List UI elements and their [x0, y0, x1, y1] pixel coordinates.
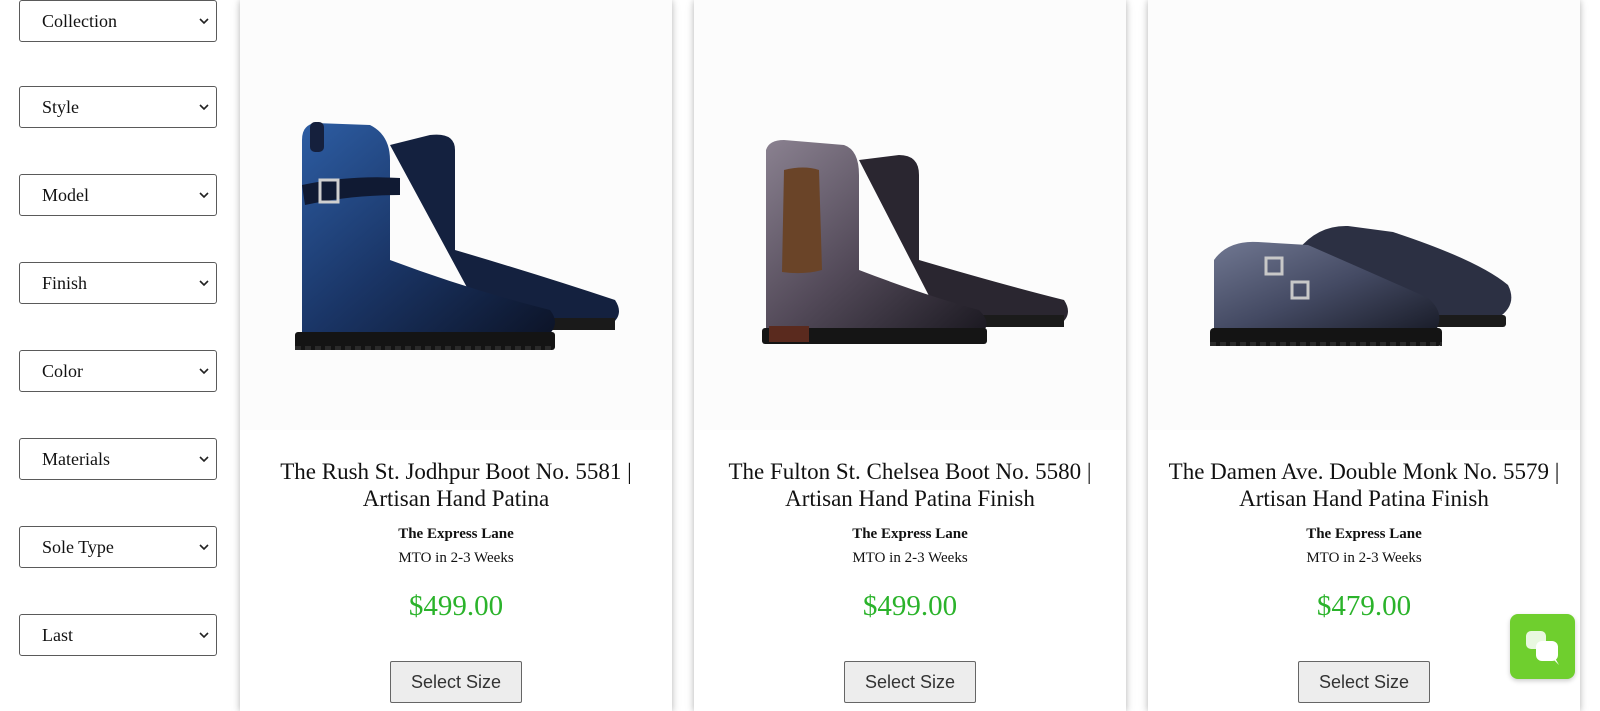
filter-color[interactable]: Color: [19, 350, 217, 392]
shoe-illustration: [1210, 225, 1512, 346]
product-title-line: Artisan Hand Patina Finish: [1239, 486, 1489, 511]
product-title-line: Artisan Hand Patina Finish: [785, 486, 1035, 511]
boot-illustration: [295, 122, 619, 350]
select-size-button[interactable]: Select Size: [390, 661, 522, 703]
boot-illustration: [762, 140, 1068, 344]
product-title-line: The Fulton St. Chelsea Boot No. 5580 |: [728, 459, 1092, 484]
product-lead-time: MTO in 2-3 Weeks: [1306, 550, 1422, 566]
filter-sidebar: Collection Style Model Finish Color Mate…: [0, 0, 230, 711]
product-vendor: The Express Lane: [852, 526, 968, 542]
filter-sole-type[interactable]: Sole Type: [19, 526, 217, 568]
product-title-line: The Damen Ave. Double Monk No. 5579 |: [1168, 459, 1560, 484]
filter-collection[interactable]: Collection: [19, 0, 217, 42]
chevron-down-icon: [199, 544, 209, 551]
filter-label: Collection: [42, 10, 117, 31]
filter-finish[interactable]: Finish: [19, 262, 217, 304]
chevron-down-icon: [199, 456, 209, 463]
product-vendor: The Express Lane: [398, 526, 514, 542]
filter-model[interactable]: Model: [19, 174, 217, 216]
filter-label: Color: [42, 360, 84, 381]
chat-widget-button[interactable]: [1510, 614, 1575, 679]
select-size-button[interactable]: Select Size: [1298, 661, 1430, 703]
filter-style[interactable]: Style: [19, 86, 217, 128]
chat-bubbles-icon: [1526, 631, 1559, 665]
product-card[interactable]: The Damen Ave. Double Monk No. 5579 | Ar…: [1148, 0, 1580, 711]
product-title-line: The Rush St. Jodhpur Boot No. 5581 |: [280, 459, 632, 484]
chevron-down-icon: [199, 632, 209, 639]
filter-label: Last: [42, 624, 73, 645]
jodhpur-boot-image[interactable]: [240, 0, 672, 430]
filter-label: Style: [42, 96, 80, 117]
product-lead-time: MTO in 2-3 Weeks: [852, 550, 968, 566]
filter-label: Materials: [42, 448, 110, 469]
filter-materials[interactable]: Materials: [19, 438, 217, 480]
product-lead-time: MTO in 2-3 Weeks: [398, 550, 514, 566]
chevron-down-icon: [199, 104, 209, 111]
double-monk-shoe-image[interactable]: [1148, 0, 1580, 430]
product-card[interactable]: The Fulton St. Chelsea Boot No. 5580 | A…: [694, 0, 1126, 711]
product-card[interactable]: The Rush St. Jodhpur Boot No. 5581 | Art…: [240, 0, 672, 711]
chevron-down-icon: [199, 192, 209, 199]
filter-label: Sole Type: [42, 536, 114, 557]
chevron-down-icon: [199, 368, 209, 375]
product-title[interactable]: The Rush St. Jodhpur Boot No. 5581 | Art…: [246, 458, 666, 512]
product-price: $499.00: [408, 590, 504, 622]
product-title-line: Artisan Hand Patina: [362, 486, 550, 511]
filter-label: Model: [42, 184, 89, 205]
chevron-down-icon: [199, 280, 209, 287]
product-vendor: The Express Lane: [1306, 526, 1422, 542]
product-title[interactable]: The Damen Ave. Double Monk No. 5579 | Ar…: [1154, 458, 1574, 512]
product-title[interactable]: The Fulton St. Chelsea Boot No. 5580 | A…: [700, 458, 1120, 512]
filter-last[interactable]: Last: [19, 614, 217, 656]
product-price: $499.00: [862, 590, 958, 622]
filter-label: Finish: [42, 272, 88, 293]
chevron-down-icon: [199, 18, 209, 25]
select-size-button[interactable]: Select Size: [844, 661, 976, 703]
chelsea-boot-image[interactable]: [694, 0, 1126, 430]
